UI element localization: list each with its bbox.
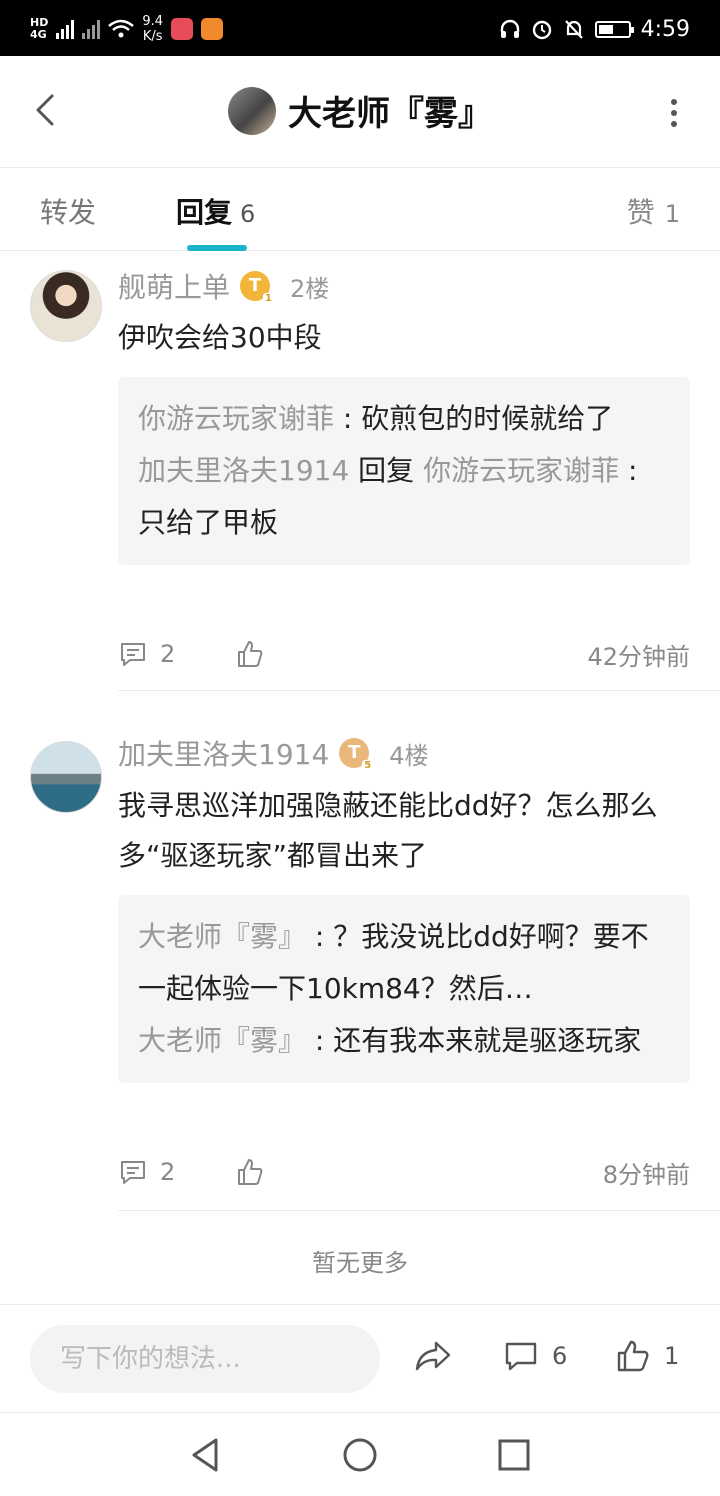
comment-text: 我寻思巡洋加强隐蔽还能比dd好？怎么那么多“驱逐玩家”都冒出来了 — [118, 789, 658, 872]
share-button[interactable] — [414, 1339, 452, 1373]
no-more-text: 暂无更多 — [312, 1249, 408, 1277]
tab-like-count: 1 — [664, 200, 680, 228]
comment-text: 伊吹会给30中段 — [118, 321, 322, 354]
status-time: 4:59 — [640, 16, 690, 42]
tab-reply[interactable]: 回复 6 — [176, 191, 255, 231]
comment-icon — [505, 1342, 537, 1371]
reply-preview[interactable]: 你游云玩家谢菲 : 砍煎包的时候就给了 加夫里洛夫1914 回复 你游云玩家谢菲… — [118, 377, 690, 565]
network-type: 4G — [30, 28, 47, 41]
home-circle-icon[interactable] — [340, 1435, 380, 1475]
reply-text: 只给了甲板 — [138, 506, 279, 539]
tab-bar: 转发 回复 6 赞1 — [0, 169, 720, 251]
tab-reply-count: 6 — [240, 200, 256, 228]
reply-text: 砍煎包的时候就给了 — [361, 402, 614, 435]
app-notification-icon — [171, 18, 194, 40]
like-total: 1 — [664, 1342, 680, 1370]
comment-time: 42分钟前 — [587, 642, 690, 671]
avatar[interactable] — [228, 86, 276, 135]
status-bar: HD 4G 9.4 K/s 4:59 — [0, 0, 720, 56]
header-user[interactable]: 大老师『雾』 — [0, 86, 720, 135]
comment-input[interactable]: 写下你的想法... — [30, 1325, 380, 1393]
reply-username[interactable]: 你游云玩家谢菲 — [138, 402, 334, 435]
reply-preview[interactable]: 大老师『雾』 : ？我没说比dd好啊？要不一起体验一下10km84？然后… 大老… — [118, 895, 690, 1083]
headset-icon — [500, 19, 519, 38]
level-badge-icon: T1 — [240, 271, 275, 305]
like-button[interactable]: 1 — [616, 1339, 679, 1373]
reply-text: 还有我本来就是驱逐玩家 — [333, 1024, 642, 1057]
reply-username[interactable]: 加夫里洛夫1914 — [138, 454, 349, 487]
back-triangle-icon[interactable] — [186, 1435, 226, 1475]
comment-icon[interactable] — [118, 639, 148, 669]
wifi-icon — [108, 19, 135, 38]
level-badge-icon: T5 — [339, 738, 374, 772]
page-header: 大老师『雾』 — [0, 56, 720, 168]
net-speed: 9.4 K/s — [142, 14, 164, 44]
battery-icon — [594, 20, 634, 38]
tab-like[interactable]: 赞1 — [627, 191, 680, 231]
video-app-icon — [201, 18, 224, 40]
mute-icon — [564, 20, 583, 39]
avatar[interactable] — [30, 270, 102, 342]
comment-username[interactable]: 舰萌上单 — [118, 266, 230, 306]
reply-target[interactable]: 你游云玩家谢菲 — [423, 454, 619, 487]
thumbs-up-icon[interactable] — [235, 1157, 265, 1187]
reply-item: 你游云玩家谢菲 : 砍煎包的时候就给了 — [138, 402, 614, 435]
comment-total: 6 — [552, 1342, 568, 1370]
bottom-action-bar: 写下你的想法... 6 1 — [0, 1304, 720, 1412]
comment-time: 8分钟前 — [602, 1160, 690, 1189]
tab-forward[interactable]: 转发 — [40, 191, 96, 231]
page-title: 大老师『雾』 — [288, 94, 492, 134]
tab-like-label: 赞 — [626, 196, 655, 229]
reply-item: 大老师『雾』 : ？我没说比dd好啊？要不一起体验一下10km84？然后… — [138, 920, 649, 1005]
tab-reply-label: 回复 — [176, 196, 233, 229]
comment-icon[interactable] — [118, 1157, 148, 1187]
signal-icon — [56, 19, 75, 39]
recents-square-icon[interactable] — [494, 1435, 534, 1475]
reply-item: 大老师『雾』 : 还有我本来就是驱逐玩家 — [138, 1024, 642, 1057]
comment-count: 2 — [160, 640, 176, 668]
signal-2-icon — [82, 19, 101, 39]
comment-actions: 2 8分钟前 — [118, 1152, 690, 1192]
comments-button[interactable]: 6 — [504, 1339, 567, 1373]
divider — [118, 690, 720, 691]
system-nav-bar — [0, 1412, 720, 1496]
comment-actions: 2 42分钟前 — [118, 634, 690, 674]
reply-username[interactable]: 大老师『雾』 — [138, 920, 306, 953]
reply-username[interactable]: 大老师『雾』 — [138, 1024, 306, 1057]
thumbs-up-icon — [617, 1340, 649, 1372]
comment-count: 2 — [160, 1158, 176, 1186]
network-indicator: HD 4G — [30, 16, 49, 41]
active-tab-indicator — [187, 245, 247, 251]
more-vertical-icon[interactable] — [668, 98, 680, 128]
floor-number: 2楼 — [290, 274, 330, 303]
floor-number: 4楼 — [389, 741, 429, 770]
avatar[interactable] — [30, 741, 102, 813]
divider — [118, 1210, 720, 1211]
comment-username[interactable]: 加夫里洛夫1914 — [118, 733, 329, 773]
thumbs-up-icon[interactable] — [235, 639, 265, 669]
alarm-icon — [532, 20, 551, 40]
reply-item: 加夫里洛夫1914 回复 你游云玩家谢菲 : 只给了甲板 — [138, 454, 638, 539]
share-icon — [415, 1341, 451, 1371]
